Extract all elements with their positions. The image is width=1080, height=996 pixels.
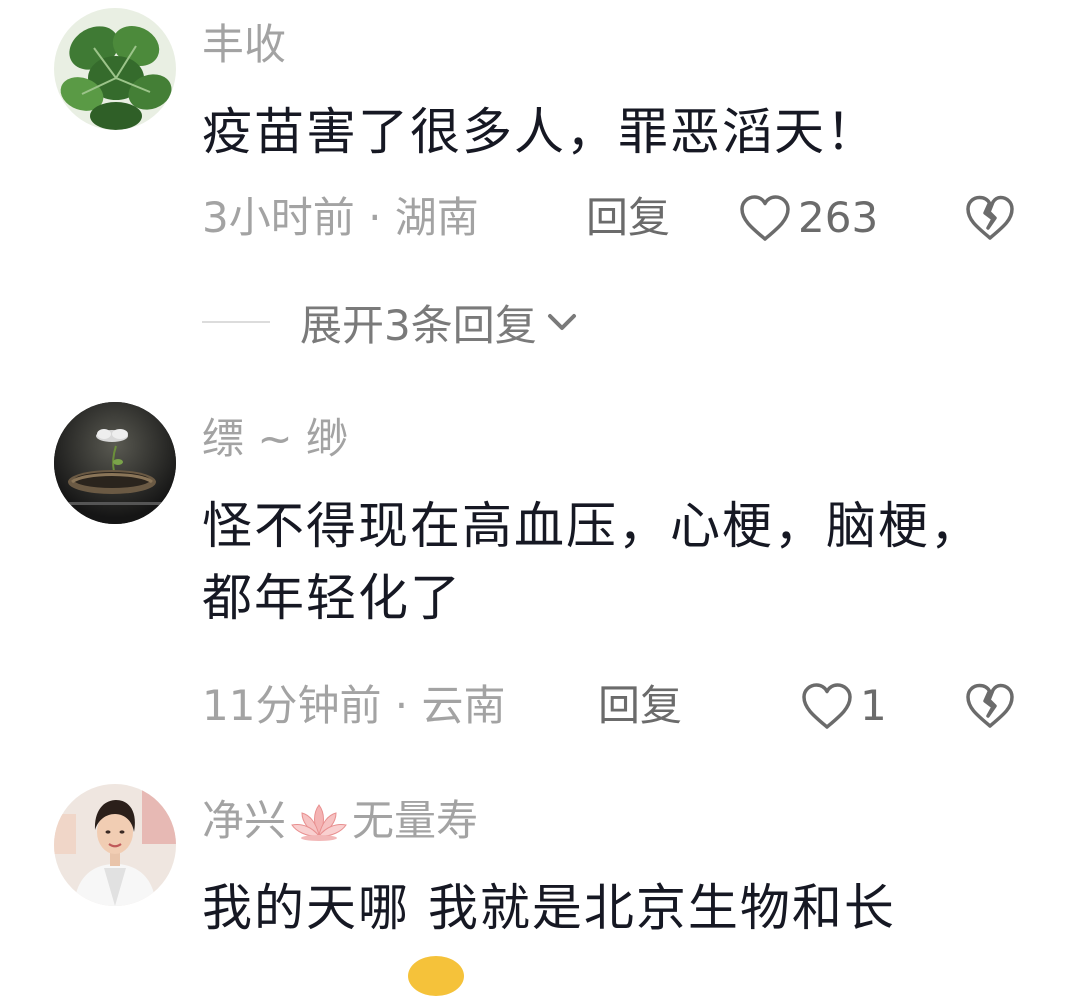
- divider-line: [202, 321, 270, 323]
- time-location: 11分钟前 · 云南: [202, 681, 506, 730]
- lotus-icon: [291, 804, 347, 841]
- comment-text: 我的天哪 我就是北京生物和长: [202, 879, 896, 937]
- like-count: 1: [860, 681, 887, 730]
- username[interactable]: 净兴 无量寿: [202, 796, 478, 846]
- comment-text: 怪不得现在高血压，心梗，脑梗，都年轻化了: [202, 497, 982, 627]
- like-count: 263: [798, 193, 879, 242]
- comment-text: 疫苗害了很多人，罪恶滔天！: [202, 103, 878, 161]
- comment-meta: 3小时前 · 湖南 回复 263: [202, 190, 1016, 246]
- broken-heart-icon: [966, 195, 1014, 240]
- heart-outline-icon: [740, 195, 790, 241]
- broken-heart-icon: [966, 683, 1014, 728]
- dislike-button[interactable]: [964, 682, 1016, 744]
- heart-outline-icon: [802, 683, 852, 729]
- comment-meta: 11分钟前 · 云南 回复 1: [202, 678, 1016, 734]
- reply-button[interactable]: 回复: [586, 190, 670, 246]
- username[interactable]: 缥 ~ 缈: [202, 414, 348, 464]
- chevron-down-icon: [547, 314, 576, 330]
- avatar[interactable]: [54, 402, 176, 524]
- expand-replies-label: 展开3条回复: [300, 300, 537, 350]
- username-part-2: 无量寿: [352, 796, 479, 845]
- like-button[interactable]: 263: [738, 190, 878, 246]
- reply-button[interactable]: 回复: [598, 678, 682, 734]
- avatar[interactable]: [54, 784, 176, 906]
- expand-replies-button[interactable]: 展开3条回复: [202, 294, 579, 350]
- avatar[interactable]: [54, 8, 176, 130]
- emoji-icon: [408, 956, 464, 996]
- username[interactable]: 丰收: [202, 20, 286, 70]
- username-part-1: 净兴: [202, 796, 287, 845]
- like-button[interactable]: 1: [800, 678, 887, 734]
- dislike-button[interactable]: [964, 194, 1016, 256]
- time-location: 3小时前 · 湖南: [202, 193, 479, 242]
